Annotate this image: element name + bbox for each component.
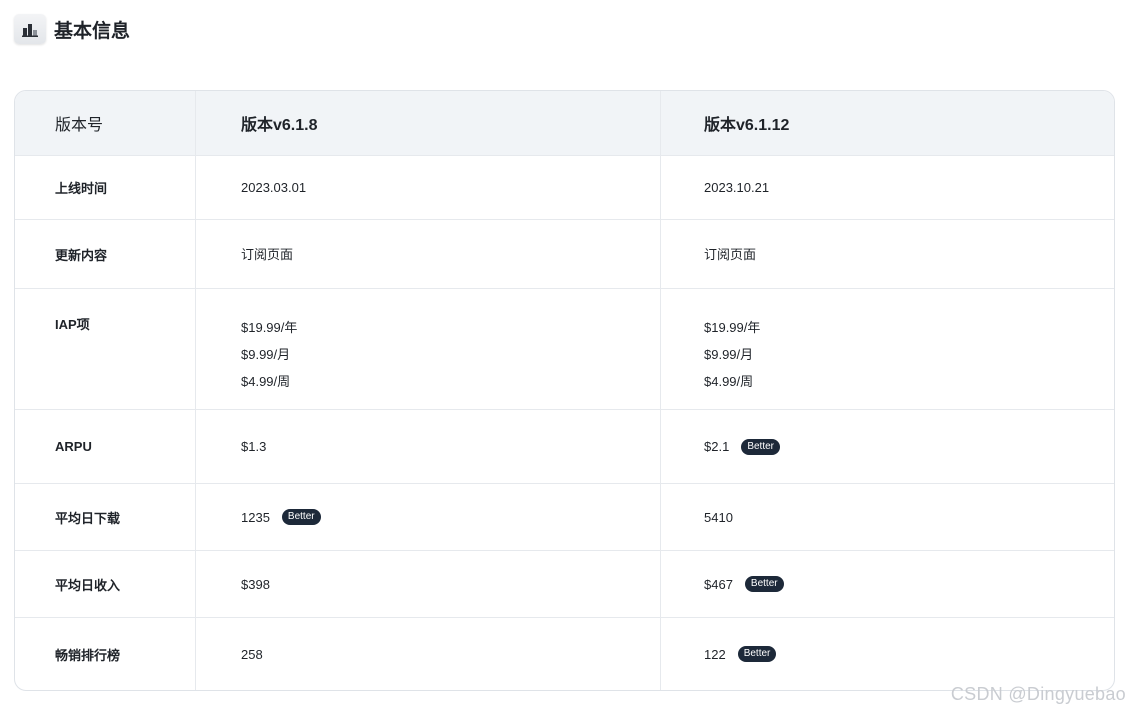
table-row: 平均日下载 1235 Better 5410 — [15, 484, 1114, 551]
cell-value: 258 — [241, 646, 263, 662]
cell-value: $4.99/周 — [704, 374, 754, 389]
row-label: 上线时间 — [15, 156, 196, 219]
cell-value: 2023.10.21 — [704, 180, 770, 195]
cell-v1: $1.3 — [196, 410, 661, 483]
cell-value: 订阅页面 — [241, 246, 294, 262]
cell-v1: 2023.03.01 — [196, 156, 661, 219]
cell-v2: 122 Better — [661, 618, 1114, 690]
cell-v2: $467 Better — [661, 551, 1114, 617]
row-label: 畅销排行榜 — [15, 618, 196, 690]
section-title: 基本信息 — [54, 20, 131, 42]
cell-v1: 订阅页面 — [196, 220, 661, 288]
row-label: IAP项 — [15, 289, 196, 409]
watermark: CSDN @Dingyuebao — [950, 684, 1126, 704]
cell-value: $19.99/年 — [241, 320, 298, 335]
row-label: ARPU — [15, 410, 196, 483]
better-badge: Better — [737, 646, 777, 662]
better-badge: Better — [744, 576, 784, 592]
cell-value: $9.99/月 — [704, 347, 754, 362]
cell-v2: 订阅页面 — [661, 220, 1114, 288]
cell-value: 1235 — [241, 509, 270, 525]
cell-v2: $2.1 Better — [661, 410, 1114, 483]
table-row: 上线时间 2023.03.01 2023.10.21 — [15, 156, 1114, 220]
version-comparison-table: 版本号 版本v6.1.8 版本v6.1.12 上线时间 2023.03.01 202… — [14, 90, 1115, 691]
cell-value: $9.99/月 — [241, 347, 291, 362]
column-header-version: 版本号 — [15, 91, 196, 155]
cell-v2: 2023.10.21 — [661, 156, 1114, 219]
cell-value: 订阅页面 — [704, 246, 757, 262]
better-badge: Better — [281, 509, 321, 525]
cell-v2: $19.99/年 $9.99/月 $4.99/周 — [661, 289, 1114, 409]
cell-value: $4.99/周 — [241, 374, 291, 389]
cell-value: $467 — [704, 576, 733, 592]
column-header-v1: 版本v6.1.8 — [196, 91, 661, 155]
table-row: 畅销排行榜 258 122 Better — [15, 618, 1114, 690]
column-header-v2: 版本v6.1.12 — [704, 117, 790, 134]
cell-v1: 1235 Better — [196, 484, 661, 550]
cell-value: $1.3 — [241, 439, 267, 454]
table-row: IAP项 $19.99/年 $9.99/月 $4.99/周 $19.99/年 $9.99/… — [15, 289, 1114, 410]
row-label: 平均日收入 — [15, 551, 196, 617]
table-row: 更新内容 订阅页面 订阅页面 — [15, 220, 1114, 289]
table-header-row: 版本号 版本v6.1.8 版本v6.1.12 — [15, 91, 1114, 156]
better-badge: Better — [741, 438, 780, 455]
cell-v1: $398 — [196, 551, 661, 617]
cell-v2: 5410 — [661, 484, 1114, 550]
cell-v1: 258 — [196, 618, 661, 690]
cell-value: 122 — [704, 646, 726, 662]
table-row: 平均日收入 $398 $467 Better — [15, 551, 1114, 618]
row-label: 更新内容 — [15, 220, 196, 288]
cell-v1: $19.99/年 $9.99/月 $4.99/周 — [196, 289, 661, 409]
section-header: 基本信息 — [14, 14, 130, 44]
row-label: 平均日下载 — [15, 484, 196, 550]
cell-value: $19.99/年 — [704, 320, 761, 335]
cell-value: 5410 — [704, 509, 733, 525]
table-row: ARPU $1.3 $2.1 Better — [15, 410, 1114, 484]
cell-value: 2023.03.01 — [241, 180, 307, 195]
cell-value: $2.1 — [704, 439, 730, 454]
cell-value: $398 — [241, 576, 270, 592]
bar-chart-icon — [14, 14, 46, 44]
